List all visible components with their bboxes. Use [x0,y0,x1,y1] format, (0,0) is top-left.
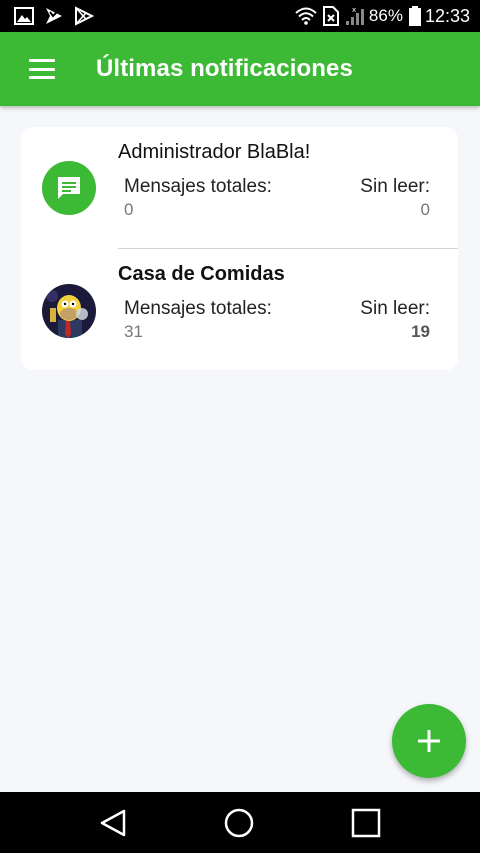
navigation-bar [0,792,480,853]
image-icon [14,7,34,25]
app-bar: Últimas notificaciones [0,32,480,106]
notification-item-admin[interactable]: Administrador BlaBla! Mensajes totales: … [21,127,458,247]
unread-label: Sin leer: [360,298,430,319]
clock-time: 12:33 [424,5,470,26]
unread-value: 0 [420,200,430,219]
total-messages-value: 0 [124,200,134,219]
download-icon [46,8,62,24]
notification-title: Administrador BlaBla! [118,141,311,163]
back-icon [100,809,126,837]
svg-text:x: x [352,6,356,14]
add-button[interactable] [392,704,466,778]
battery-percent: 86% [368,6,403,25]
notifications-card: Administrador BlaBla! Mensajes totales: … [21,127,458,370]
cartoon-avatar [42,284,96,338]
home-button[interactable] [222,806,256,840]
notification-item-casa-de-comidas[interactable]: Casa de Comidas Mensajes totales: Sin le… [21,249,458,369]
wifi-icon [295,7,317,25]
back-button[interactable] [96,806,130,840]
chat-icon [42,161,96,215]
notification-title: Casa de Comidas [118,263,285,285]
menu-icon[interactable] [29,59,57,79]
unread-value: 19 [411,322,430,341]
home-icon [224,808,254,838]
total-messages-value: 31 [124,322,143,341]
unread-label: Sin leer: [360,176,430,197]
status-bar-left [14,6,104,26]
plus-icon [418,730,440,752]
recents-icon [351,808,381,838]
signal-icon: x [345,6,364,25]
recents-button[interactable] [349,806,383,840]
sim-error-icon [322,6,339,26]
status-bar-right: x 86% 12:33 [289,6,470,27]
play-store-icon [75,6,94,26]
battery-icon [408,6,421,26]
total-messages-label: Mensajes totales: [124,298,272,319]
total-messages-label: Mensajes totales: [124,176,272,197]
status-bar: x 86% 12:33 [0,0,480,32]
page-title: Últimas notificaciones [96,55,353,82]
